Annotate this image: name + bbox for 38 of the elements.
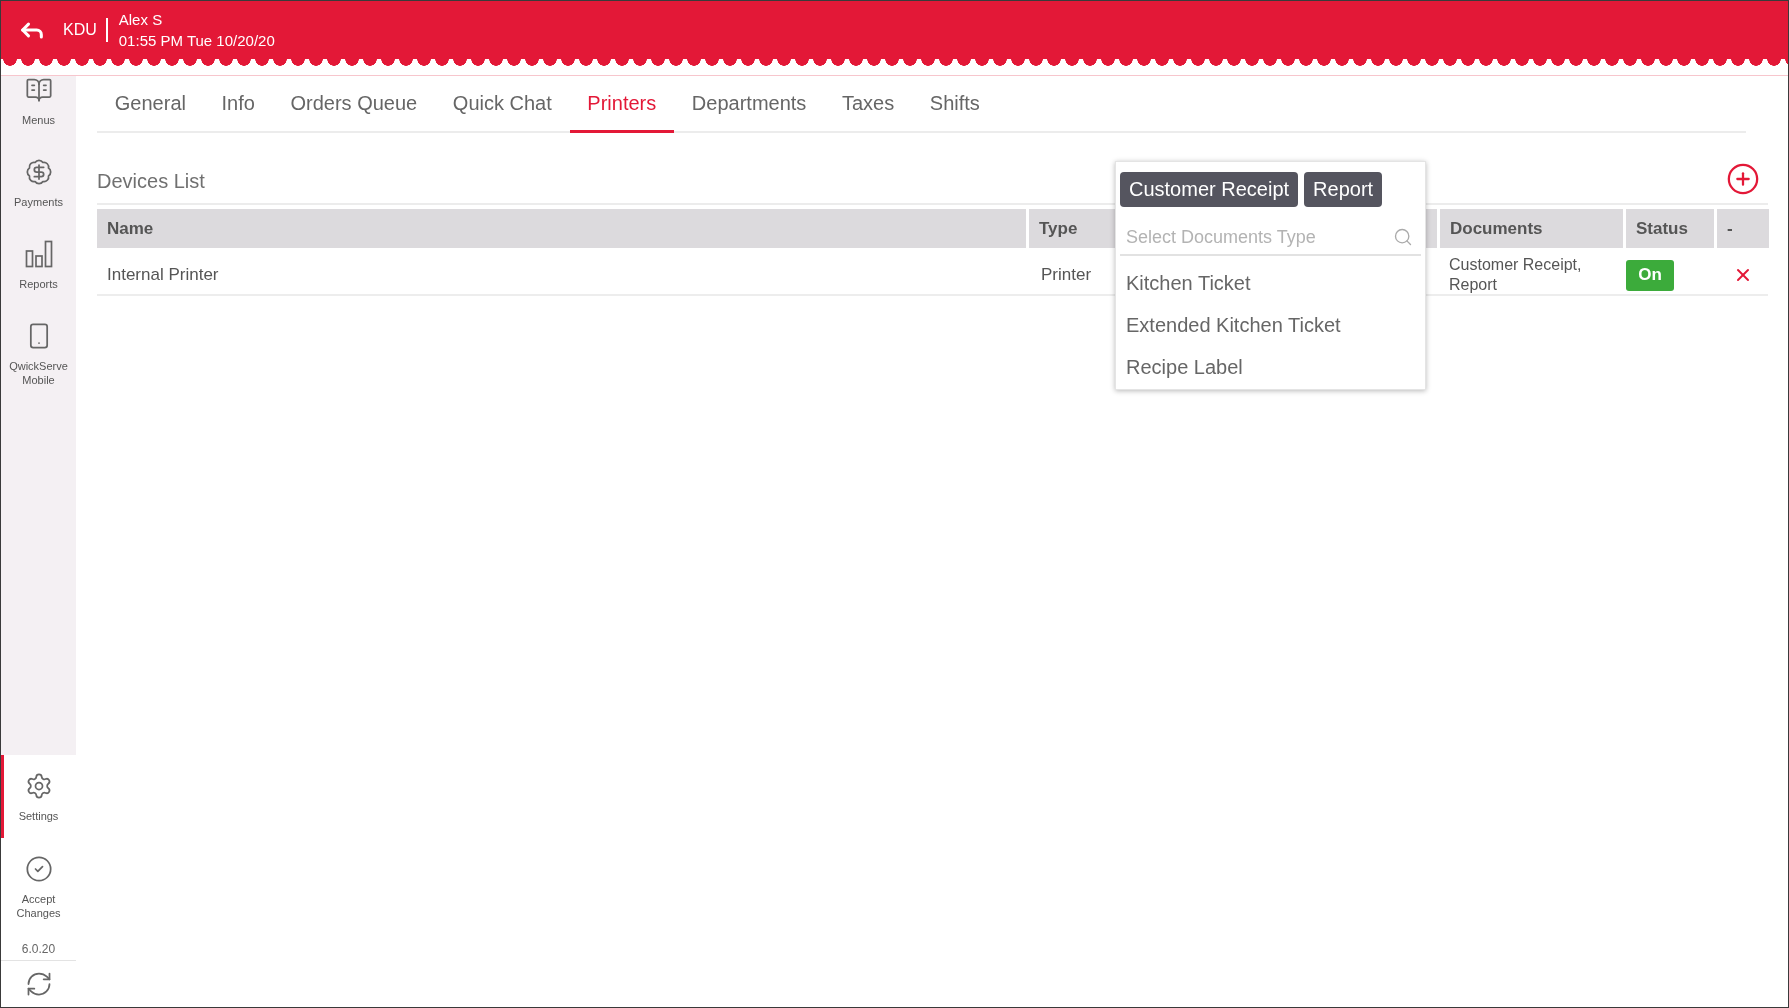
tab[interactable]: Taxes: [824, 76, 912, 133]
tab[interactable]: Departments: [674, 76, 825, 133]
table-cell-text: Printer: [1040, 265, 1092, 285]
search-icon: [1393, 227, 1413, 247]
dropdown-option[interactable]: Extended Kitchen Ticket: [1120, 304, 1421, 346]
book-icon: [24, 76, 53, 104]
column-header: Status: [1626, 209, 1714, 248]
column-header: Name: [97, 209, 1026, 248]
tab[interactable]: General: [97, 76, 204, 133]
sidebar-item[interactable]: Menus: [1, 76, 76, 158]
tab[interactable]: Shifts: [912, 76, 998, 133]
table-cell-text: Customer Receipt, Report: [1448, 255, 1583, 295]
tab[interactable]: Orders Queue: [272, 76, 436, 133]
sidebar-item[interactable]: Payments: [1, 158, 76, 240]
date-time: 01:55 PM Tue 10/20/20: [118, 32, 275, 49]
document-chip[interactable]: Customer Receipt: [1120, 172, 1299, 207]
section-title: Devices List: [97, 169, 205, 193]
dollar-badge-icon: [24, 158, 53, 186]
search-field[interactable]: Select Documents Type: [1126, 223, 1387, 251]
document-chip[interactable]: Report: [1304, 172, 1383, 207]
tab[interactable]: Printers: [569, 76, 675, 133]
sidebar-item[interactable]: Reports: [1, 240, 76, 322]
dropdown-option[interactable]: Recipe Label: [1120, 346, 1421, 388]
column-header: -: [1717, 209, 1769, 248]
terminal-label: KDU: [63, 21, 97, 39]
table-cell-text: Internal Printer: [106, 265, 219, 285]
column-header: Documents: [1440, 209, 1623, 248]
user-name: Alex S: [118, 11, 164, 28]
status-toggle[interactable]: On: [1626, 259, 1674, 291]
tab[interactable]: Info: [203, 76, 273, 133]
dropdown-option[interactable]: Kitchen Ticket: [1120, 262, 1421, 304]
tab[interactable]: Quick Chat: [435, 76, 570, 133]
sidebar-item[interactable]: QwickServe Mobile: [1, 322, 76, 404]
sidebar-item[interactable]: Accept Changes: [1, 838, 76, 921]
check-circle-icon: [24, 855, 53, 883]
version-label: 6.0.20: [21, 942, 56, 956]
add-icon[interactable]: [1726, 161, 1760, 196]
bar-chart-icon: [24, 240, 53, 268]
